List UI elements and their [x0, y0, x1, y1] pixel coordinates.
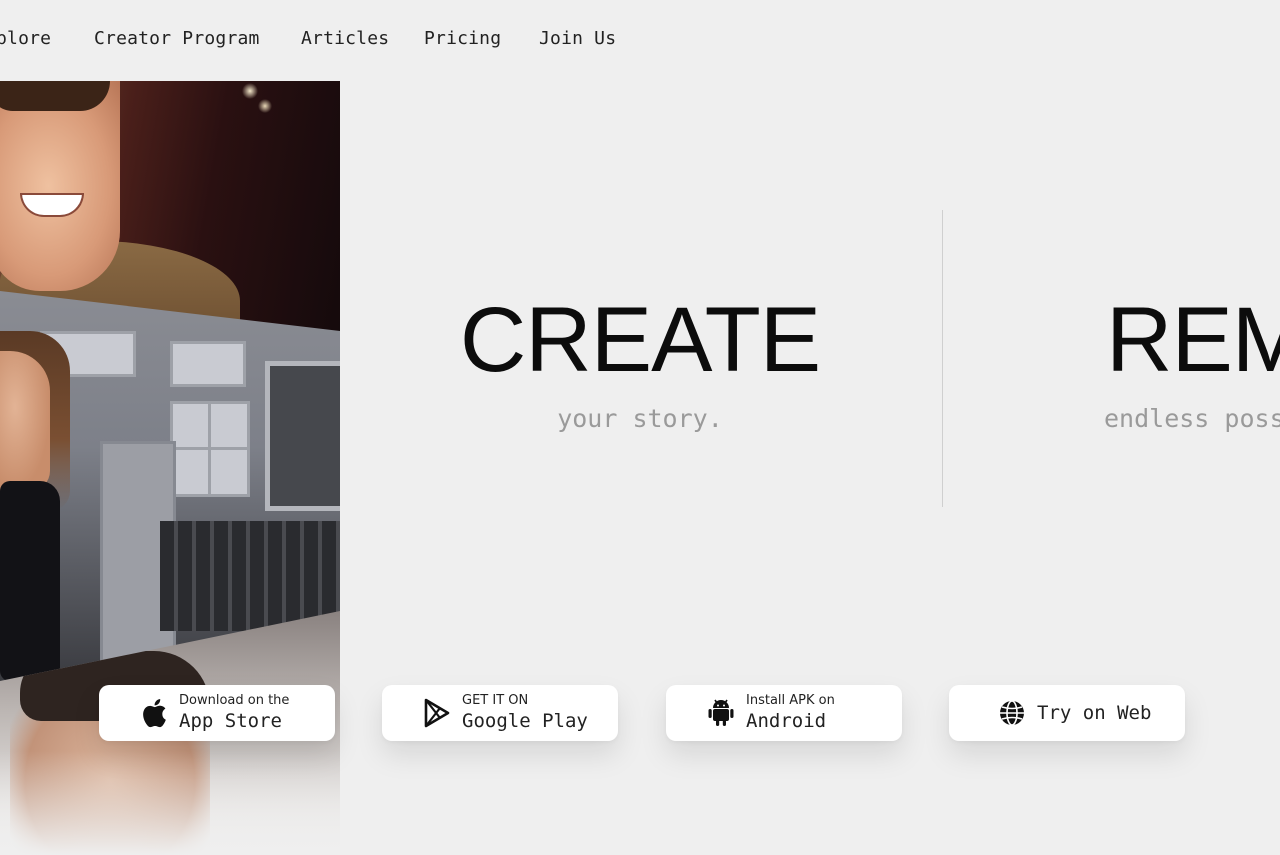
try-on-web-button[interactable]: Try on Web: [949, 685, 1185, 741]
app-store-small-label: Download on the: [179, 693, 290, 708]
hero-subtitle-second: endless poss: [1104, 404, 1280, 433]
android-apk-button[interactable]: Install APK on Android: [666, 685, 902, 741]
apple-icon: [139, 698, 169, 728]
nav-item-articles[interactable]: Articles: [301, 28, 389, 49]
nav-item-join-us[interactable]: Join Us: [539, 28, 616, 49]
hero-subtitle: your story.: [557, 404, 723, 433]
hero-title: CREATE: [459, 289, 821, 391]
app-store-button[interactable]: Download on the App Store: [99, 685, 335, 741]
page: plore Creator Program Articles Pricing J…: [0, 0, 1280, 855]
nav-item-pricing[interactable]: Pricing: [424, 28, 501, 49]
hero-slide-create: CREATE your story.: [440, 290, 840, 433]
hero-slide-second: REM: [1106, 290, 1280, 390]
nav-item-creator-program[interactable]: Creator Program: [94, 28, 260, 49]
hero-slide-second-sub: endless poss: [1104, 404, 1280, 433]
top-nav: plore Creator Program Articles Pricing J…: [0, 0, 1280, 80]
nav-item-explore[interactable]: plore: [0, 28, 51, 49]
hero-title-second: REM: [1106, 290, 1280, 390]
app-store-label: App Store: [179, 710, 282, 732]
google-play-icon: [422, 698, 452, 728]
android-label: Android: [746, 710, 827, 732]
google-play-button[interactable]: GET IT ON Google Play: [382, 685, 618, 741]
collage-photo-smiling-man: [0, 81, 340, 341]
hero-divider: [942, 210, 943, 507]
android-small-label: Install APK on: [746, 693, 835, 708]
globe-icon: [997, 698, 1027, 728]
google-play-small-label: GET IT ON: [462, 693, 529, 708]
google-play-label: Google Play: [462, 710, 588, 732]
android-icon: [706, 698, 736, 728]
try-on-web-label: Try on Web: [1037, 702, 1152, 724]
